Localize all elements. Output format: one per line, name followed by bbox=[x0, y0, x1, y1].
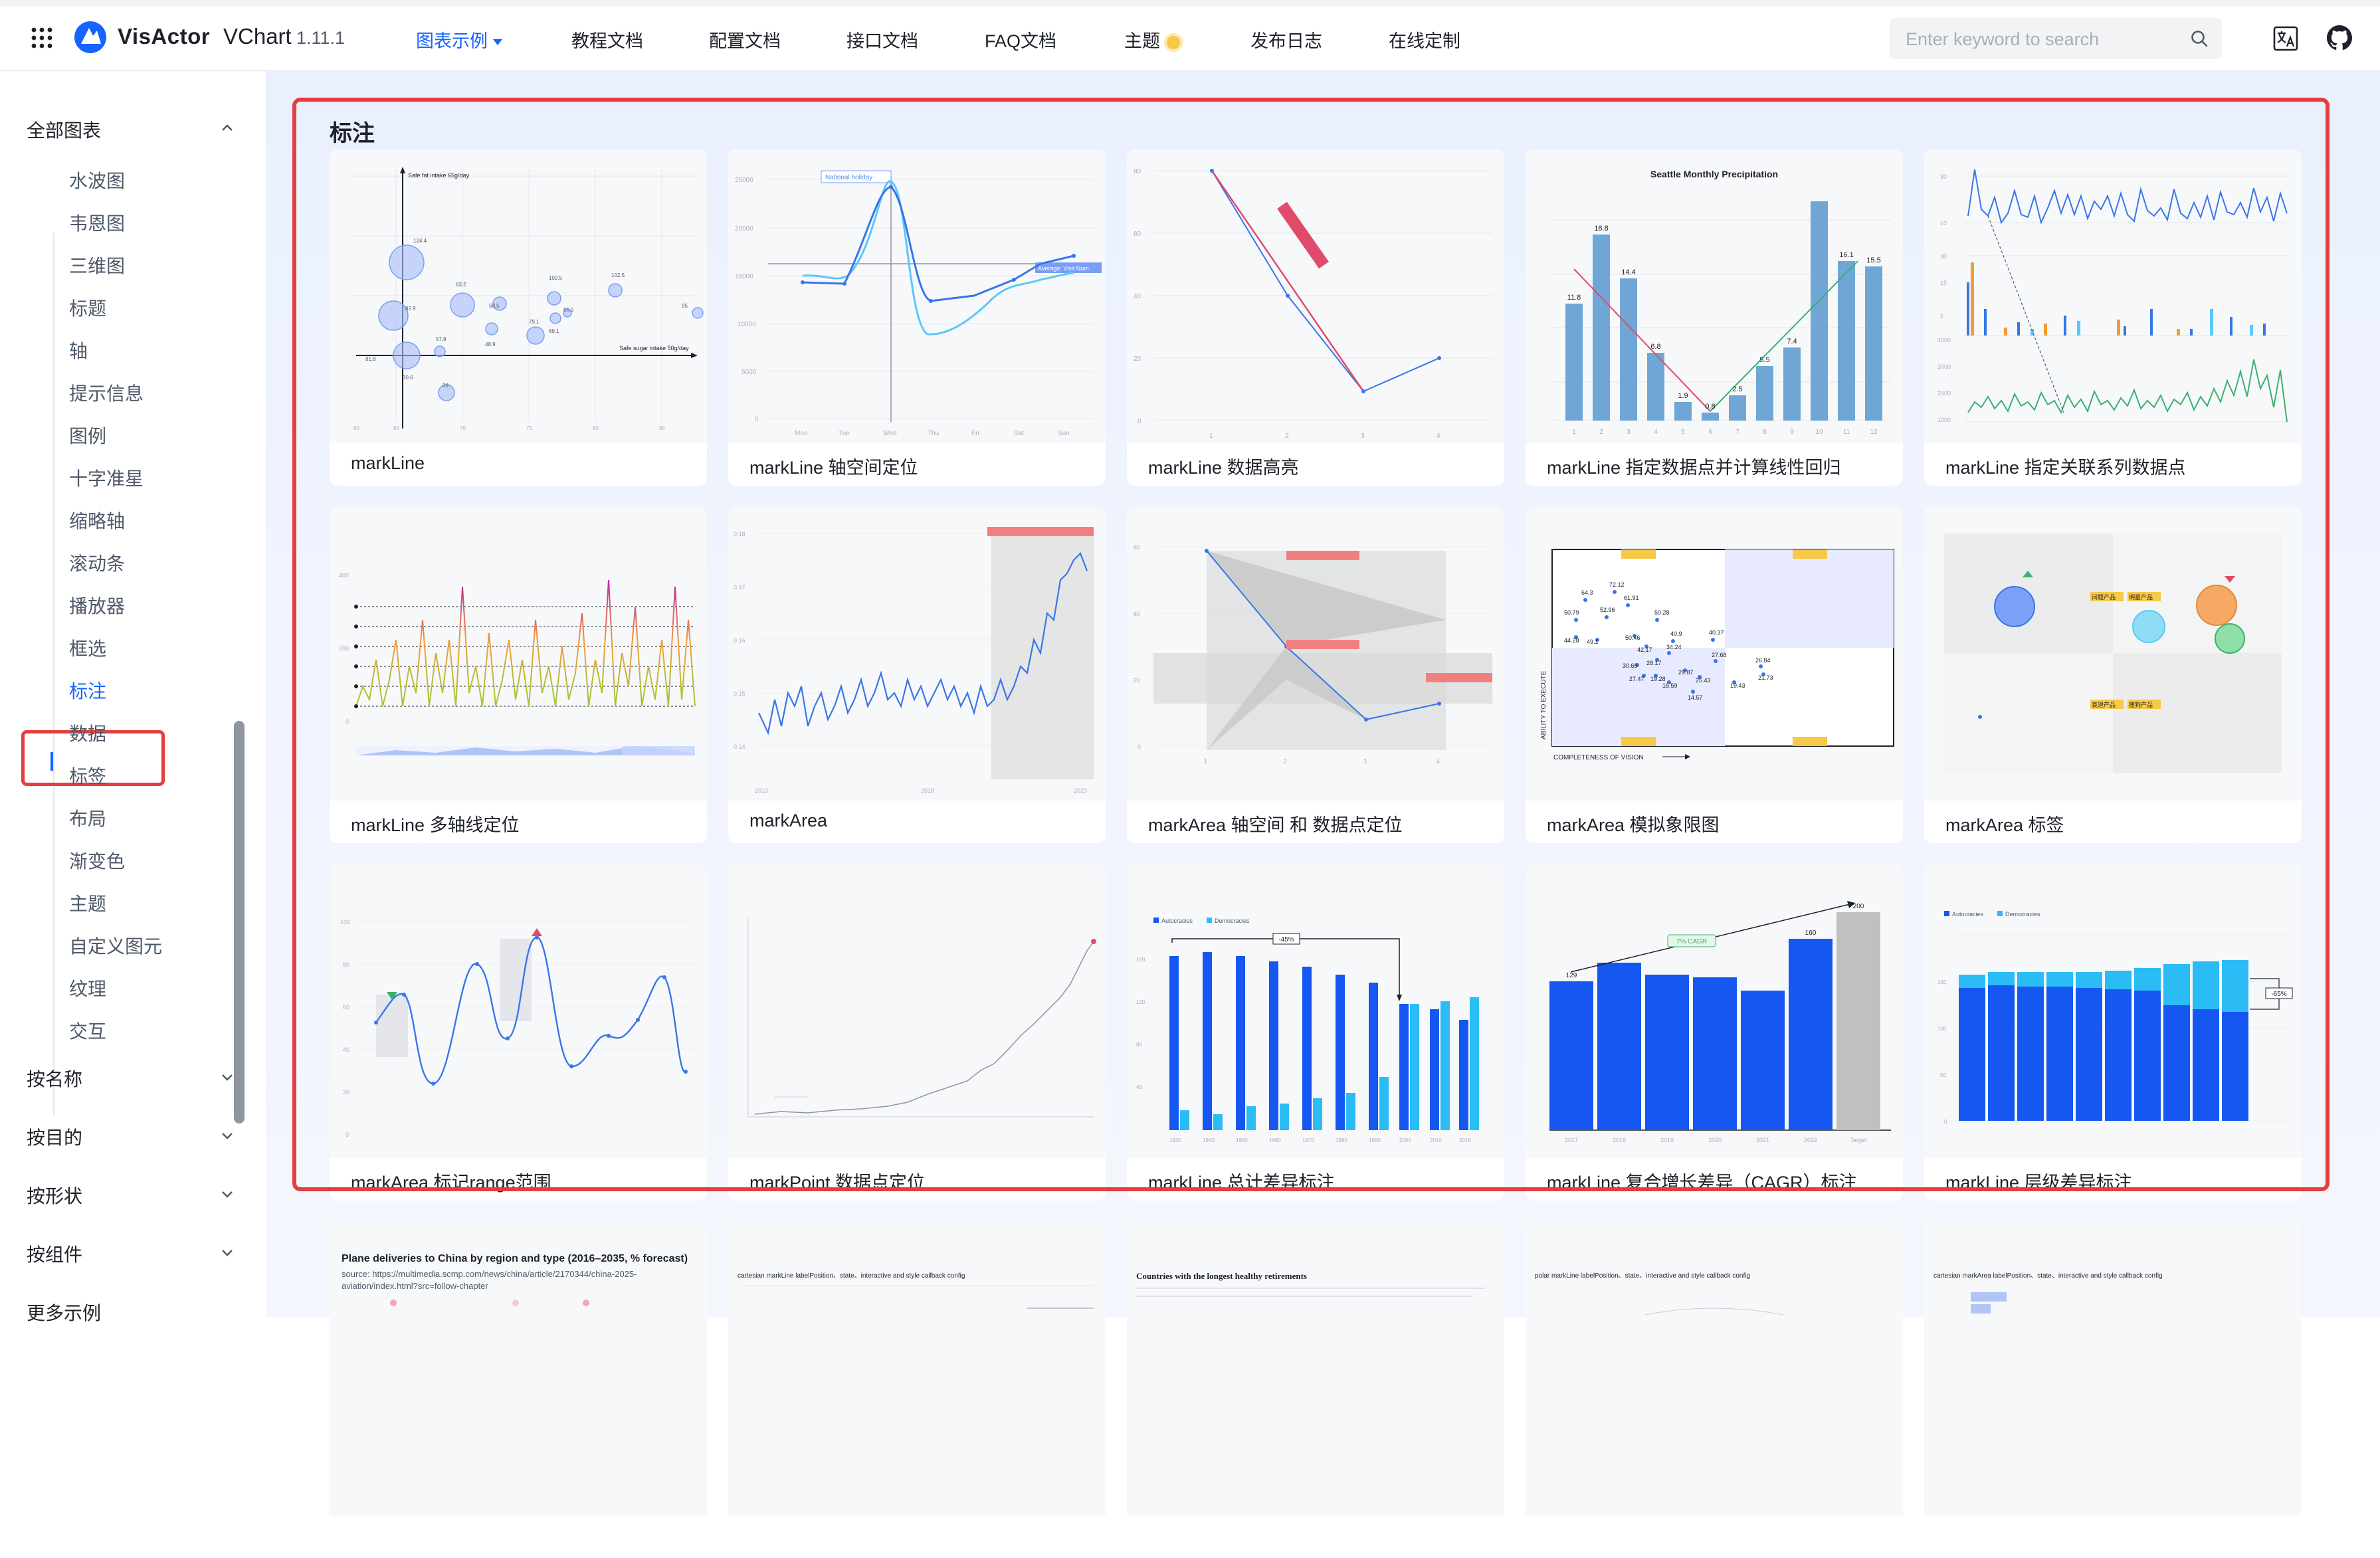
sidebar-group-by-shape[interactable]: 按形状 bbox=[27, 1182, 82, 1209]
sun-icon bbox=[1167, 35, 1180, 49]
example-card[interactable]: cartesian markArea labelPosition、state、i… bbox=[1924, 1222, 2302, 1558]
search-icon[interactable] bbox=[2190, 29, 2209, 48]
chart-source: source: https://multimedia.scmp.com/news… bbox=[342, 1269, 637, 1291]
sidebar-item-texture[interactable]: 纹理 bbox=[69, 975, 106, 1001]
language-switch-icon[interactable] bbox=[2272, 25, 2299, 52]
sidebar-group-by-component[interactable]: 按组件 bbox=[27, 1240, 82, 1267]
top-navigation-bar: VisActor VChart 1.11.1 图表示例 教程文档 配置文档 接口… bbox=[0, 0, 2380, 71]
nav-api[interactable]: 接口文档 bbox=[846, 27, 918, 52]
cartesian-markline-config-thumb: cartesian markLine labelPosition、state、i… bbox=[738, 1272, 1094, 1309]
sidebar-group-by-purpose[interactable]: 按目的 bbox=[27, 1123, 82, 1150]
sidebar-group-all[interactable]: 全部图表 bbox=[27, 116, 101, 143]
product-name[interactable]: VChart bbox=[223, 24, 292, 49]
chevron-down-icon bbox=[493, 39, 502, 46]
healthy-retirements-thumb: Countries with the longest healthy retir… bbox=[1136, 1271, 1486, 1297]
chevron-down-icon[interactable] bbox=[219, 1127, 235, 1143]
nav-label: 主题 bbox=[1124, 31, 1160, 51]
card-thumbnail: cartesian markArea labelPosition、state、i… bbox=[1924, 1222, 2302, 1515]
plane-deliveries-thumb: Plane deliveries to China by region and … bbox=[342, 1253, 688, 1306]
example-card[interactable]: polar markLine labelPosition、state、inter… bbox=[1526, 1222, 1903, 1558]
sidebar-item-venn[interactable]: 韦恩图 bbox=[69, 209, 125, 236]
nav-tutorials[interactable]: 教程文档 bbox=[571, 27, 643, 52]
github-icon[interactable] bbox=[2327, 25, 2352, 50]
card-thumbnail: Plane deliveries to China by region and … bbox=[330, 1222, 707, 1515]
sidebar-group-more[interactable]: 更多示例 bbox=[27, 1299, 101, 1325]
version-label: 1.11.1 bbox=[296, 28, 346, 48]
polar-markline-config-thumb: polar markLine labelPosition、state、inter… bbox=[1535, 1272, 1784, 1315]
top-edge bbox=[0, 0, 2380, 6]
chart-title: polar markLine labelPosition、state、inter… bbox=[1535, 1272, 1750, 1280]
nav-faq[interactable]: FAQ文档 bbox=[985, 27, 1056, 52]
sidebar-item-datazoom[interactable]: 缩略轴 bbox=[69, 507, 125, 534]
sidebar-item-layout[interactable]: 布局 bbox=[69, 805, 106, 831]
sidebar-item-marker[interactable]: 标注 bbox=[69, 677, 106, 704]
search-input[interactable] bbox=[1904, 26, 2186, 52]
sidebar-item-liquid[interactable]: 水波图 bbox=[69, 167, 125, 193]
chart-title: Plane deliveries to China by region and … bbox=[342, 1253, 688, 1264]
sidebar-item-custom-mark[interactable]: 自定义图元 bbox=[69, 932, 162, 959]
sidebar-item-legend[interactable]: 图例 bbox=[69, 422, 106, 448]
chevron-down-icon[interactable] bbox=[219, 1244, 235, 1260]
sidebar-item-label[interactable]: 标签 bbox=[69, 762, 106, 789]
card-thumbnail: cartesian markLine labelPosition、state、i… bbox=[728, 1222, 1106, 1515]
sidebar: 全部图表 水波图 韦恩图 三维图 标题 轴 提示信息 图例 十字准星 缩略轴 滚… bbox=[0, 71, 266, 1323]
sidebar-item-brush[interactable]: 框选 bbox=[69, 634, 106, 661]
sidebar-item-tooltip[interactable]: 提示信息 bbox=[69, 379, 144, 406]
sidebar-item-gradient[interactable]: 渐变色 bbox=[69, 847, 125, 874]
example-card[interactable]: Countries with the longest healthy retir… bbox=[1127, 1222, 1504, 1558]
search-box[interactable] bbox=[1890, 18, 2222, 59]
nav-options[interactable]: 配置文档 bbox=[709, 27, 781, 52]
sidebar-scrollbar[interactable] bbox=[234, 721, 245, 1123]
sidebar-item-theme[interactable]: 主题 bbox=[69, 890, 106, 916]
sidebar-item-3d[interactable]: 三维图 bbox=[69, 252, 125, 278]
main-content: 标注 Safe fat intake 65g/day Safe sugar in… bbox=[266, 71, 2380, 1558]
chart-title: cartesian markLine labelPosition、state、i… bbox=[738, 1272, 965, 1280]
logo-text[interactable]: VisActor bbox=[118, 24, 210, 49]
sidebar-item-data[interactable]: 数据 bbox=[69, 720, 106, 746]
cartesian-markarea-config-thumb: cartesian markArea labelPosition、state、i… bbox=[1934, 1272, 2163, 1314]
card-thumbnail: polar markLine labelPosition、state、inter… bbox=[1526, 1222, 1903, 1515]
nav-chart-examples[interactable]: 图表示例 bbox=[416, 27, 502, 52]
nav-customize[interactable]: 在线定制 bbox=[1389, 27, 1460, 52]
example-card[interactable]: cartesian markLine labelPosition、state、i… bbox=[728, 1222, 1106, 1558]
apps-grid-icon[interactable] bbox=[31, 27, 53, 49]
chevron-down-icon[interactable] bbox=[219, 1186, 235, 1202]
sidebar-item-axis[interactable]: 轴 bbox=[69, 337, 88, 363]
sidebar-item-title[interactable]: 标题 bbox=[69, 294, 106, 321]
chart-title: Countries with the longest healthy retir… bbox=[1136, 1271, 1307, 1281]
nav-theme[interactable]: 主题 bbox=[1124, 27, 1180, 52]
card-thumbnail: Countries with the longest healthy retir… bbox=[1127, 1222, 1504, 1515]
section-highlight-box bbox=[292, 98, 2330, 1191]
example-card[interactable]: Plane deliveries to China by region and … bbox=[330, 1222, 707, 1558]
sidebar-tree-line bbox=[53, 233, 54, 1116]
chevron-up-icon[interactable] bbox=[219, 120, 235, 136]
sidebar-item-scrollbar[interactable]: 滚动条 bbox=[69, 549, 125, 576]
sidebar-group-by-name[interactable]: 按名称 bbox=[27, 1065, 82, 1092]
nav-label: 图表示例 bbox=[416, 31, 488, 51]
visactor-logo-icon[interactable] bbox=[73, 20, 108, 54]
sidebar-item-interaction[interactable]: 交互 bbox=[69, 1017, 106, 1044]
sidebar-item-player[interactable]: 播放器 bbox=[69, 592, 125, 619]
chart-title: cartesian markArea labelPosition、state、i… bbox=[1934, 1272, 2163, 1280]
nav-changelog[interactable]: 发布日志 bbox=[1250, 27, 1322, 52]
chevron-down-icon[interactable] bbox=[219, 1069, 235, 1085]
sidebar-item-crosshair[interactable]: 十字准星 bbox=[69, 464, 144, 491]
